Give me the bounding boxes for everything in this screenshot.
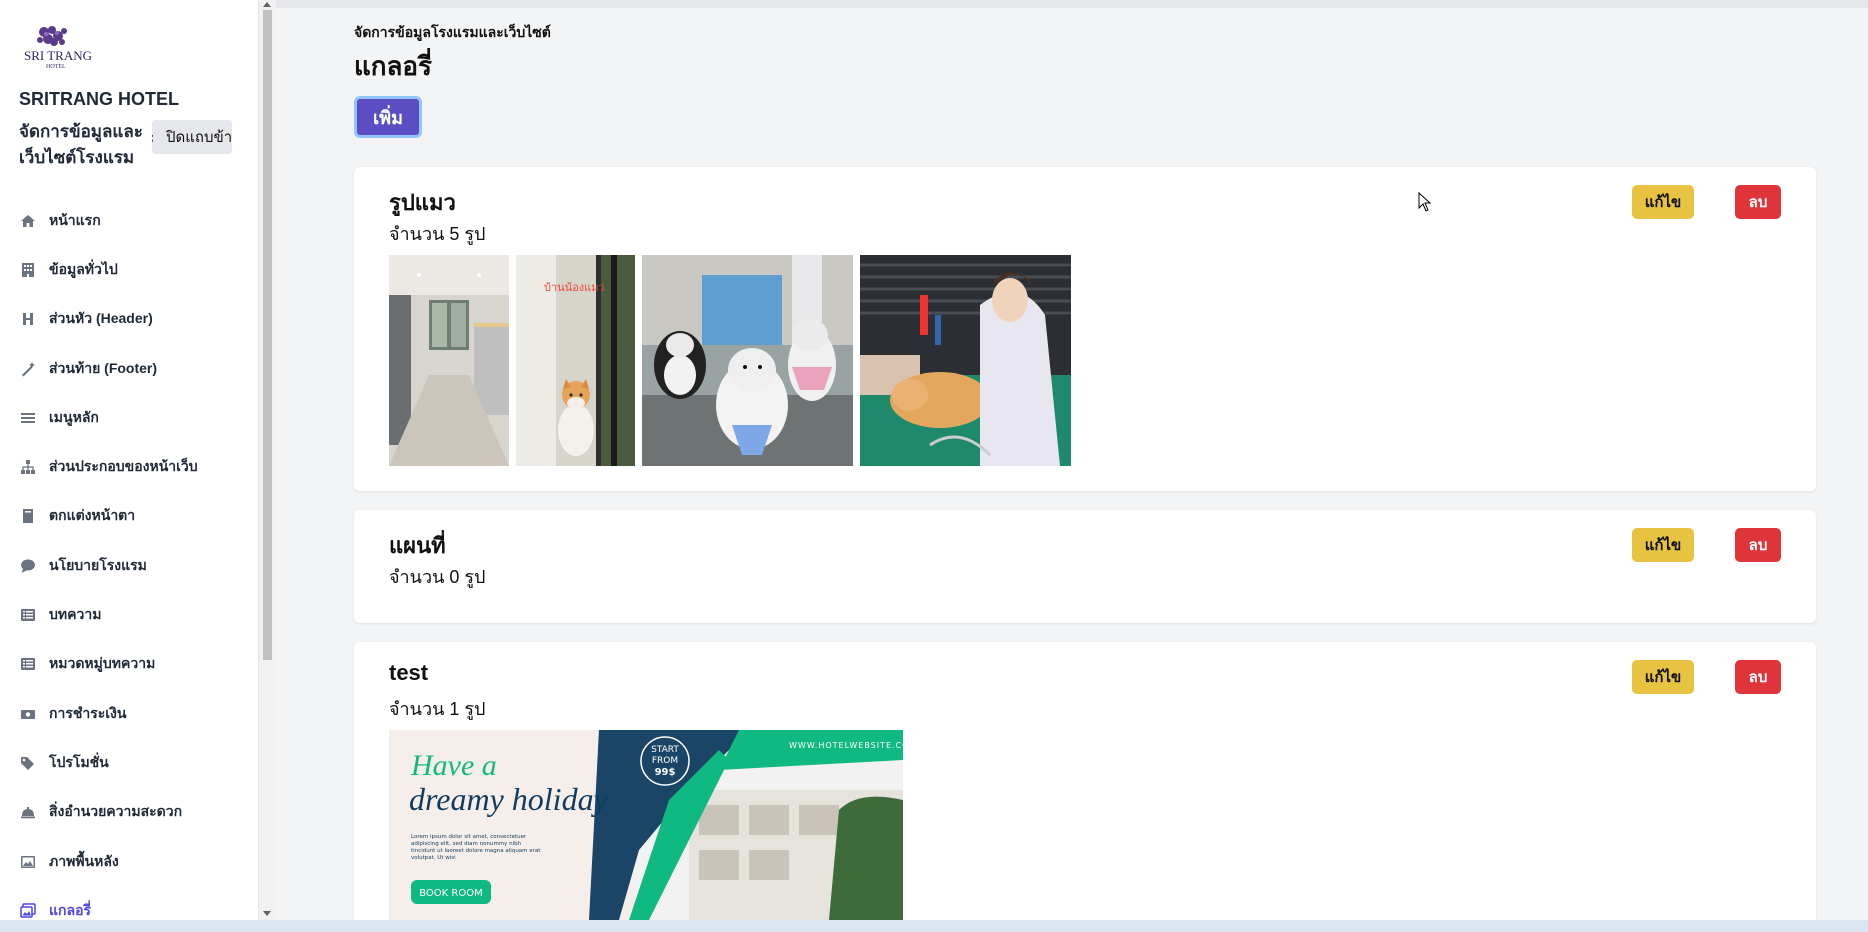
banner-lorem: Lorem ipsum dolor sit amet, consectetuer… xyxy=(411,834,541,861)
sidebar-item-appearance[interactable]: ตกแต่งหน้าตา xyxy=(0,492,258,541)
delete-button[interactable]: ลบ xyxy=(1735,660,1781,694)
svg-text:dreamy holiday: dreamy holiday xyxy=(409,781,609,817)
comment-icon xyxy=(19,558,37,574)
scrollbar-thumb[interactable] xyxy=(263,10,272,660)
hotel-name: SRITRANG HOTEL xyxy=(19,89,179,109)
image-icon xyxy=(19,854,37,870)
gallery-count: จำนวน 5 รูป xyxy=(389,224,486,244)
sidebar-item-label: บทความ xyxy=(49,606,102,623)
add-gallery-button[interactable]: เพิ่ม xyxy=(354,96,422,138)
edit-button[interactable]: แก้ไข xyxy=(1632,660,1694,694)
sidebar-item-article-categories[interactable]: หมวดหมู่บทความ xyxy=(0,640,258,689)
sidebar-item-label: ส่วนท้าย (Footer) xyxy=(49,359,158,376)
building-icon xyxy=(19,262,37,278)
gallery-count: จำนวน 0 รูป xyxy=(389,567,486,587)
scroll-up-arrow-icon[interactable] xyxy=(263,2,271,7)
delete-button[interactable]: ลบ xyxy=(1735,185,1781,219)
sidebar-item-footer[interactable]: ส่วนท้าย (Footer) xyxy=(0,344,258,393)
sidebar-item-label: ส่วนหัว (Header) xyxy=(49,310,153,327)
sidebar-item-label: ตกแต่งหน้าตา xyxy=(49,507,136,524)
sidebar-item-label: หน้าแรก xyxy=(49,211,101,228)
bars-icon xyxy=(19,410,37,426)
gallery-image-banner[interactable]: START FROM 99$ WWW.HOTELWEBSITE.COM Have… xyxy=(389,730,903,920)
sidebar-item-label: ข้อมูลทั่วไป xyxy=(49,260,118,277)
gallery-card: แผนที่ จำนวน 0 รูป แก้ไข ลบ xyxy=(354,510,1816,623)
sitemap-icon xyxy=(19,459,37,475)
sidebar-item-payment[interactable]: การชำระเงิน xyxy=(0,689,258,738)
gallery-card: รูปแมว จำนวน 5 รูป แก้ไข ลบ บ้านน้องแมว xyxy=(354,167,1816,491)
collapse-label: ปิดแถบข้าง xyxy=(166,128,232,146)
sidebar-item-label: สิ่งอำนวยความสะดวก xyxy=(49,803,183,820)
sidebar-item-background[interactable]: ภาพพื้นหลัง xyxy=(0,837,258,886)
edit-button[interactable]: แก้ไข xyxy=(1632,185,1694,219)
magic-wand-icon xyxy=(19,361,37,377)
gallery-image-vet[interactable] xyxy=(860,255,1071,466)
sidebar-scrollbar[interactable] xyxy=(258,0,275,920)
sidebar-item-promotion[interactable]: โปรโมชั่น xyxy=(0,738,258,787)
breadcrumb: จัดการข้อมูลโรงแรมและเว็บไซต์ xyxy=(354,24,551,40)
sidebar-item-facilities[interactable]: สิ่งอำนวยความสะดวก xyxy=(0,788,258,837)
svg-text:START: START xyxy=(651,745,679,755)
mouse-cursor-icon xyxy=(1418,191,1432,216)
gallery-title: รูปแมว xyxy=(389,190,456,215)
sidebar-item-home[interactable]: หน้าแรก xyxy=(0,196,258,245)
gallery-image-kitchen[interactable] xyxy=(389,255,509,466)
hotel-subtitle: จัดการข้อมูลและเว็บไซต์โรงแรม xyxy=(19,122,143,167)
gallery-image-dogs[interactable] xyxy=(642,255,853,466)
images-icon xyxy=(19,903,37,919)
edit-button[interactable]: แก้ไข xyxy=(1632,528,1694,562)
delete-button[interactable]: ลบ xyxy=(1735,528,1781,562)
hotel-logo[interactable]: SRI TRANG HOTEL xyxy=(24,22,114,74)
sidebar-item-label: แกลอรี่ xyxy=(49,901,92,918)
sidebar-item-label: หมวดหมู่บทความ xyxy=(49,655,156,672)
heading-icon xyxy=(19,311,37,327)
sidebar-item-articles[interactable]: บทความ xyxy=(0,590,258,639)
sidebar-item-label: เมนูหลัก xyxy=(49,408,99,425)
sidebar-item-hotel-policy[interactable]: นโยบายโรงแรม xyxy=(0,541,258,590)
sidebar-item-general-info[interactable]: ข้อมูลทั่วไป xyxy=(0,245,258,294)
gallery-card: test จำนวน 1 รูป แก้ไข ลบ START FROM 99$… xyxy=(354,642,1816,932)
double-chevron-left-icon: « xyxy=(152,128,154,147)
scroll-down-arrow-icon[interactable] xyxy=(263,911,271,916)
list-icon xyxy=(19,607,37,623)
svg-text:บ้านน้องแมว: บ้านน้องแมว xyxy=(544,281,605,294)
gallery-title: test xyxy=(389,660,429,685)
gallery-title: แผนที่ xyxy=(389,533,446,558)
money-icon xyxy=(19,706,37,722)
svg-text:FROM: FROM xyxy=(652,756,678,766)
sidebar-item-label: การชำระเงิน xyxy=(49,704,127,721)
home-icon xyxy=(19,213,37,229)
sidebar-item-header[interactable]: ส่วนหัว (Header) xyxy=(0,295,258,344)
collapse-sidebar-button[interactable]: « ปิดแถบข้าง xyxy=(152,120,232,154)
svg-text:WWW.HOTELWEBSITE.COM: WWW.HOTELWEBSITE.COM xyxy=(789,741,903,750)
tags-icon xyxy=(19,755,37,771)
os-taskbar xyxy=(0,920,1868,932)
top-strip xyxy=(276,0,1868,8)
bell-service-icon xyxy=(19,804,37,820)
svg-text:HOTEL: HOTEL xyxy=(46,64,66,70)
book-icon xyxy=(19,508,37,524)
list-alt-icon xyxy=(19,656,37,672)
sidebar-item-label: นโยบายโรงแรม xyxy=(49,556,147,573)
sidebar-item-label: ส่วนประกอบของหน้าเว็บ xyxy=(49,458,198,475)
sidebar-item-main-menu[interactable]: เมนูหลัก xyxy=(0,393,258,442)
main-content: จัดการข้อมูลโรงแรมและเว็บไซต์ แกลอรี่ เพ… xyxy=(318,10,1853,932)
gallery-image-cat[interactable]: บ้านน้องแมว xyxy=(516,255,635,466)
sidebar-item-gallery[interactable]: แกลอรี่ xyxy=(0,886,258,920)
sidebar: SRI TRANG HOTEL SRITRANG HOTEL จัดการข้อ… xyxy=(0,0,258,920)
gallery-count: จำนวน 1 รูป xyxy=(389,699,486,719)
svg-text:99$: 99$ xyxy=(655,767,676,778)
svg-text:Have a: Have a xyxy=(410,749,497,782)
svg-text:SRI TRANG: SRI TRANG xyxy=(24,48,92,63)
sidebar-item-components[interactable]: ส่วนประกอบของหน้าเว็บ xyxy=(0,442,258,491)
sidebar-nav: หน้าแรก ข้อมูลทั่วไป ส่วนหัว (Header) ส่… xyxy=(0,196,258,920)
sidebar-item-label: โปรโมชั่น xyxy=(49,753,109,770)
svg-text:BOOK ROOM: BOOK ROOM xyxy=(419,888,482,899)
sidebar-item-label: ภาพพื้นหลัง xyxy=(49,852,119,869)
page-title: แกลอรี่ xyxy=(354,51,433,81)
